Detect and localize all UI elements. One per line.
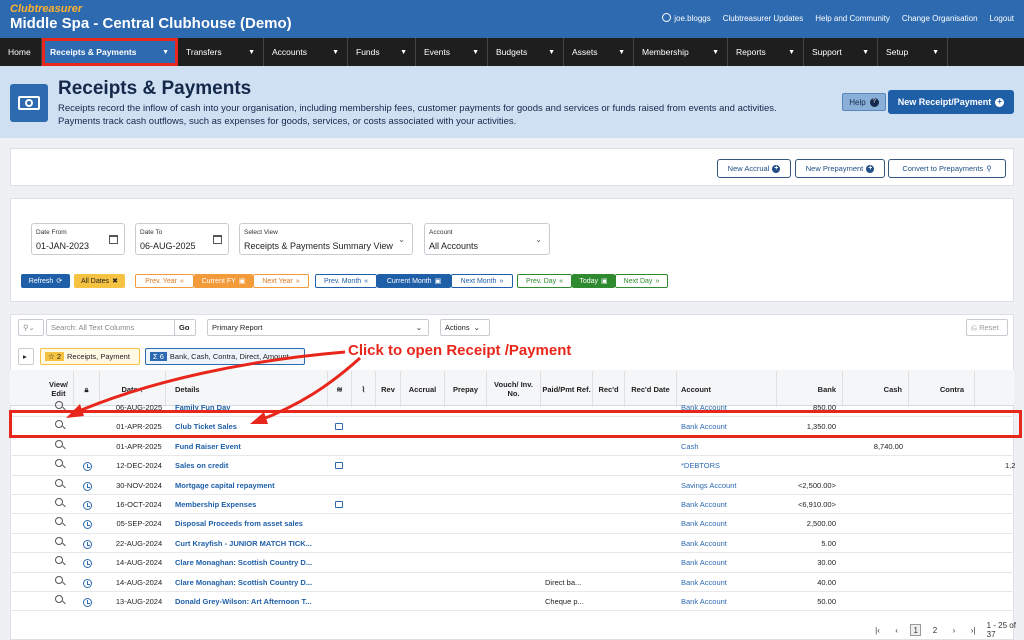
page-range: 1 - 25 of 37 — [986, 621, 1016, 639]
page-1[interactable]: 1 — [910, 624, 922, 636]
prev-page-icon[interactable]: ‹ — [891, 624, 902, 636]
highlight-box — [9, 410, 1022, 438]
annotation-arrows — [66, 350, 362, 424]
last-page-icon[interactable]: ›| — [968, 624, 979, 636]
next-page-icon[interactable]: › — [948, 624, 959, 636]
first-page-icon[interactable]: |‹ — [872, 624, 883, 636]
pagination: |‹ ‹ 1 2 › ›| 1 - 25 of 37 — [872, 621, 1024, 639]
page-2[interactable]: 2 — [929, 624, 940, 636]
annotation-arrow-1 — [71, 350, 346, 416]
annotation-label: Click to open Receipt /Payment — [348, 342, 572, 359]
